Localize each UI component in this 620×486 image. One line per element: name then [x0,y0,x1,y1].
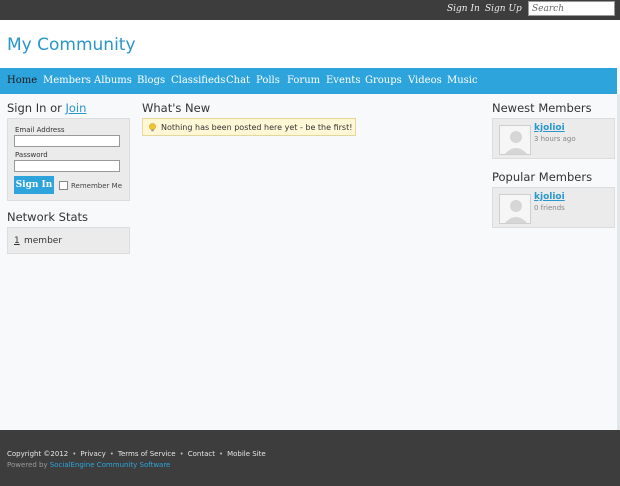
email-field[interactable] [14,135,120,147]
user-placeholder-icon [504,131,528,154]
user-placeholder-icon [504,200,528,223]
popular-member-name[interactable]: kjolioi [534,192,565,202]
newest-member-time: 3 hours ago [534,135,576,143]
avatar[interactable] [499,194,531,224]
signin-title: Sign In or Join [7,101,86,115]
popular-member-friends: 0 friends [534,204,565,212]
nav-item-videos[interactable]: Videos [408,75,442,86]
main-nav: Home Members Albums Blogs Classifieds Ch… [0,68,617,94]
popular-member-item: kjolioi 0 friends [492,187,615,228]
password-label: Password [15,151,48,159]
footer-links: Copyright ©2012 • Privacy • Terms of Service… [7,450,266,458]
nav-item-members[interactable]: Members [43,75,91,86]
top-sign-in-link[interactable]: Sign In [447,4,480,14]
newest-member-item: kjolioi 3 hours ago [492,118,615,159]
nav-item-albums[interactable]: Albums [94,75,132,86]
nav-item-events[interactable]: Events [326,75,360,86]
site-header: My Community [0,20,620,68]
email-label: Email Address [15,126,65,134]
whats-new-title: What's New [142,101,211,115]
signin-title-text: Sign In or [7,101,66,115]
network-stats-title: Network Stats [7,210,89,224]
lightbulb-icon [149,123,156,132]
popular-members-title: Popular Members [492,170,593,184]
footer-link-terms[interactable]: Terms of Service [118,450,176,458]
newest-member-name[interactable]: kjolioi [534,123,565,133]
notice-text: Nothing has been posted here yet - be th… [161,123,353,132]
copyright-text: Copyright ©2012 [7,450,69,458]
whats-new-notice: Nothing has been posted here yet - be th… [142,118,356,136]
nav-item-blogs[interactable]: Blogs [137,75,165,86]
nav-item-groups[interactable]: Groups [365,75,402,86]
nav-item-chat[interactable]: Chat [226,75,250,86]
member-count-label: member [24,236,63,246]
search-input[interactable] [528,1,615,16]
powered-by-text: Powered by [7,461,50,469]
powered-by-link[interactable]: SocialEngine Community Software [50,461,171,469]
footer-separator: • [179,450,184,458]
top-bar: Sign In Sign Up [0,0,620,20]
sign-in-button[interactable]: Sign In [14,176,54,194]
nav-item-music[interactable]: Music [447,75,478,86]
top-sign-up-link[interactable]: Sign Up [485,4,522,14]
footer-link-contact[interactable]: Contact [188,450,215,458]
network-stats-box: 1 member [7,227,130,254]
join-link[interactable]: Join [66,101,87,115]
footer-link-mobile-site[interactable]: Mobile Site [227,450,266,458]
nav-item-forum[interactable]: Forum [287,75,320,86]
site-footer: Copyright ©2012 • Privacy • Terms of Service… [0,430,620,486]
remember-me-label: Remember Me [71,182,122,190]
avatar[interactable] [499,125,531,155]
member-count-link[interactable]: 1 [14,236,20,246]
footer-separator: • [218,450,224,458]
signin-form: Email Address Password Sign In Remember … [7,118,130,201]
nav-item-classifieds[interactable]: Classifieds [171,75,225,86]
remember-me-checkbox[interactable] [59,181,68,190]
footer-separator: • [109,450,114,458]
password-field[interactable] [14,160,120,172]
nav-item-polls[interactable]: Polls [256,75,280,86]
footer-separator: • [72,450,77,458]
nav-item-home[interactable]: Home [7,75,37,86]
powered-by: Powered by SocialEngine Community Softwa… [7,461,170,469]
newest-members-title: Newest Members [492,101,592,115]
site-title[interactable]: My Community [7,35,136,55]
footer-link-privacy[interactable]: Privacy [80,450,105,458]
